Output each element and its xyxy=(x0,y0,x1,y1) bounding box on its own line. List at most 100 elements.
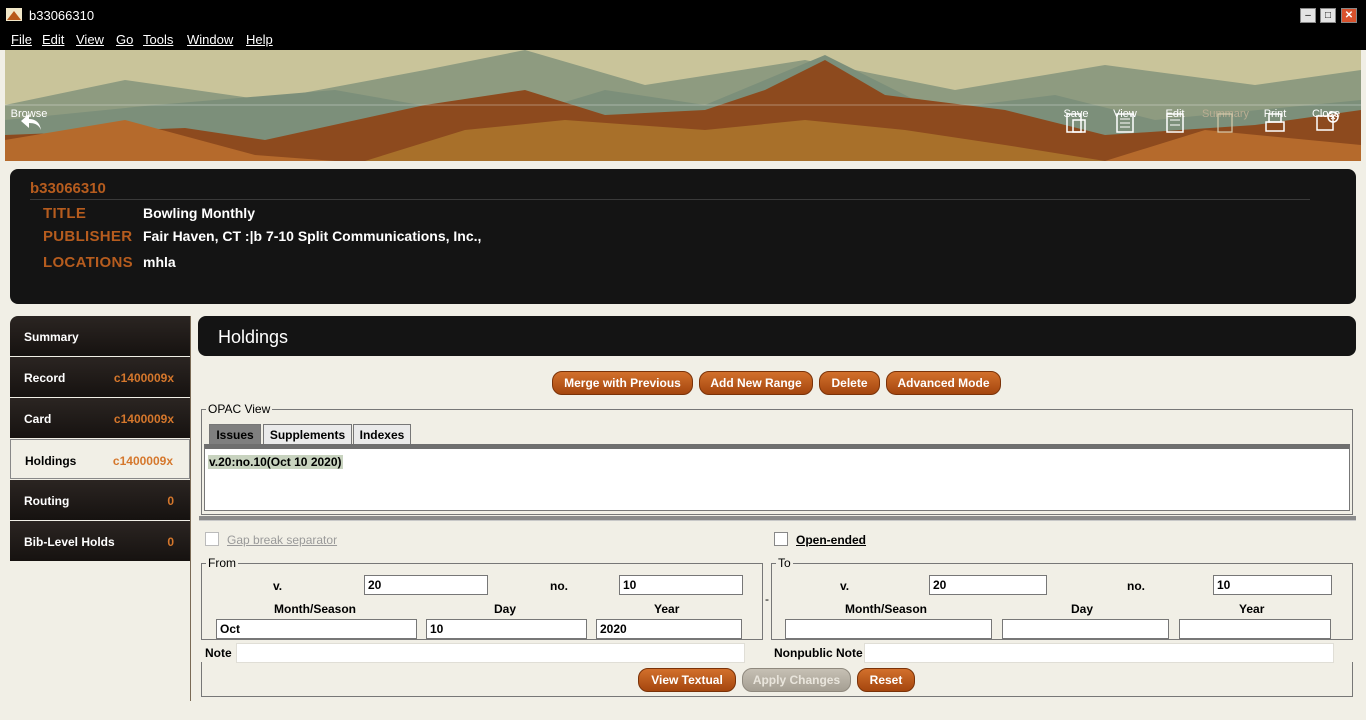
tab-issues[interactable]: Issues xyxy=(209,424,261,445)
tab-supplements[interactable]: Supplements xyxy=(263,424,352,445)
banner: Browse Save View Edit Summary Print Clos… xyxy=(5,50,1361,161)
sidebar: Summary Record c1400009x Card c1400009x … xyxy=(10,316,191,701)
browse-button[interactable]: Browse xyxy=(7,108,51,130)
note-label: Note xyxy=(205,646,232,660)
open-ended-label: Open-ended xyxy=(796,533,867,547)
sidebar-item-value: c1400009x xyxy=(113,412,174,426)
to-year-label: Year xyxy=(1239,602,1265,616)
save-icon xyxy=(1066,113,1086,133)
title-value: Bowling Monthly xyxy=(143,205,255,221)
content-header: Holdings xyxy=(198,316,1356,356)
title-label: TITLE xyxy=(43,205,87,222)
edit-icon xyxy=(1166,113,1184,133)
publisher-value: Fair Haven, CT :|b 7-10 Split Communicat… xyxy=(143,228,482,244)
from-volume-input[interactable] xyxy=(364,575,488,595)
to-number-input[interactable] xyxy=(1213,575,1332,595)
from-year-input[interactable] xyxy=(596,619,742,639)
back-arrow-icon xyxy=(21,114,41,130)
sidebar-item-label: Card xyxy=(24,412,52,426)
sidebar-item-value: c1400009x xyxy=(112,454,173,468)
from-month-label: Month/Season xyxy=(274,602,357,616)
view-button[interactable]: View xyxy=(1102,108,1148,133)
to-day-label: Day xyxy=(1071,602,1094,616)
advanced-mode-button[interactable]: Advanced Mode xyxy=(886,371,1001,395)
apply-changes-button[interactable]: Apply Changes xyxy=(742,668,851,692)
range-dash: - xyxy=(765,592,769,606)
menu-bar: File Edit View Go Tools Window Help xyxy=(0,28,1366,50)
locations-label: LOCATIONS xyxy=(43,254,133,271)
close-record-icon xyxy=(1316,111,1339,131)
sidebar-item-card[interactable]: Card c1400009x xyxy=(10,398,190,438)
sidebar-item-record[interactable]: Record c1400009x xyxy=(10,357,190,397)
sidebar-item-label: Summary xyxy=(24,330,79,344)
maximize-icon[interactable]: □ xyxy=(1320,8,1336,23)
summary-toolbar-button[interactable]: Summary xyxy=(1202,108,1249,133)
from-day-input[interactable] xyxy=(426,619,587,639)
to-month-input[interactable] xyxy=(785,619,992,639)
app-window: b33066310 – □ ✕ File Edit View Go Tools … xyxy=(0,0,1366,720)
opac-view-legend: OPAC View xyxy=(208,402,271,416)
view-icon xyxy=(1116,113,1134,133)
save-button[interactable]: Save xyxy=(1053,108,1099,133)
close-button[interactable]: Close xyxy=(1303,108,1349,131)
to-v-label: v. xyxy=(840,579,850,593)
close-window-icon[interactable]: ✕ xyxy=(1341,8,1357,23)
edit-button[interactable]: Edit xyxy=(1152,108,1198,133)
sidebar-item-value: c1400009x xyxy=(113,371,174,385)
splitter[interactable] xyxy=(199,516,1356,521)
sidebar-item-value: 0 xyxy=(167,494,174,508)
note-input[interactable] xyxy=(236,643,745,663)
to-volume-input[interactable] xyxy=(929,575,1047,595)
gap-break-label: Gap break separator xyxy=(227,533,338,547)
window-title: b33066310 xyxy=(29,8,95,23)
sidebar-item-value: 0 xyxy=(167,535,174,549)
page-title: Holdings xyxy=(218,327,289,347)
to-legend: To xyxy=(778,556,791,570)
sidebar-item-summary[interactable]: Summary xyxy=(10,316,190,356)
mountain-landscape-image xyxy=(5,50,1361,161)
tab-indexes[interactable]: Indexes xyxy=(353,424,411,445)
to-no-label: no. xyxy=(1127,579,1145,593)
sidebar-item-label: Holdings xyxy=(25,454,77,468)
view-textual-button[interactable]: View Textual xyxy=(638,668,736,692)
print-button[interactable]: Print xyxy=(1252,108,1298,132)
from-no-label: no. xyxy=(550,579,568,593)
sidebar-item-bib-level-holds[interactable]: Bib-Level Holds 0 xyxy=(10,521,190,561)
sidebar-item-routing[interactable]: Routing 0 xyxy=(10,480,190,520)
nonpublic-note-label: Nonpublic Note xyxy=(774,646,863,660)
print-icon xyxy=(1265,113,1285,132)
nonpublic-note-input[interactable] xyxy=(864,643,1334,663)
menu-tools[interactable]: Tools xyxy=(143,32,173,47)
sidebar-item-label: Routing xyxy=(24,494,70,508)
from-number-input[interactable] xyxy=(619,575,743,595)
add-new-range-button[interactable]: Add New Range xyxy=(699,371,813,395)
title-bar: b33066310 – □ ✕ xyxy=(0,0,1366,28)
locations-value: mhla xyxy=(143,254,176,270)
open-ended-checkbox[interactable] xyxy=(774,532,788,546)
delete-button[interactable]: Delete xyxy=(819,371,880,395)
menu-edit[interactable]: Edit xyxy=(42,32,64,47)
issues-list[interactable]: v.20:no.10(Oct 10 2020) xyxy=(204,444,1350,511)
record-number: b33066310 xyxy=(30,180,106,197)
reset-button[interactable]: Reset xyxy=(857,668,915,692)
menu-view[interactable]: View xyxy=(76,32,104,47)
from-month-input[interactable] xyxy=(216,619,417,639)
app-icon xyxy=(6,8,22,21)
menu-help[interactable]: Help xyxy=(246,32,273,47)
from-v-label: v. xyxy=(273,579,283,593)
to-day-input[interactable] xyxy=(1002,619,1169,639)
list-item[interactable]: v.20:no.10(Oct 10 2020) xyxy=(208,455,343,469)
to-year-input[interactable] xyxy=(1179,619,1331,639)
merge-with-previous-button[interactable]: Merge with Previous xyxy=(552,371,693,395)
from-year-label: Year xyxy=(654,602,680,616)
menu-file[interactable]: File xyxy=(11,32,32,47)
record-header: b33066310 TITLE Bowling Monthly PUBLISHE… xyxy=(10,169,1356,304)
from-legend: From xyxy=(208,556,236,570)
menu-go[interactable]: Go xyxy=(116,32,133,47)
minimize-icon[interactable]: – xyxy=(1300,8,1316,23)
publisher-label: PUBLISHER xyxy=(43,228,133,245)
gap-break-checkbox[interactable] xyxy=(205,532,219,546)
sidebar-item-holdings[interactable]: Holdings c1400009x xyxy=(10,439,190,479)
sidebar-item-label: Record xyxy=(24,371,66,385)
menu-window[interactable]: Window xyxy=(187,32,233,47)
